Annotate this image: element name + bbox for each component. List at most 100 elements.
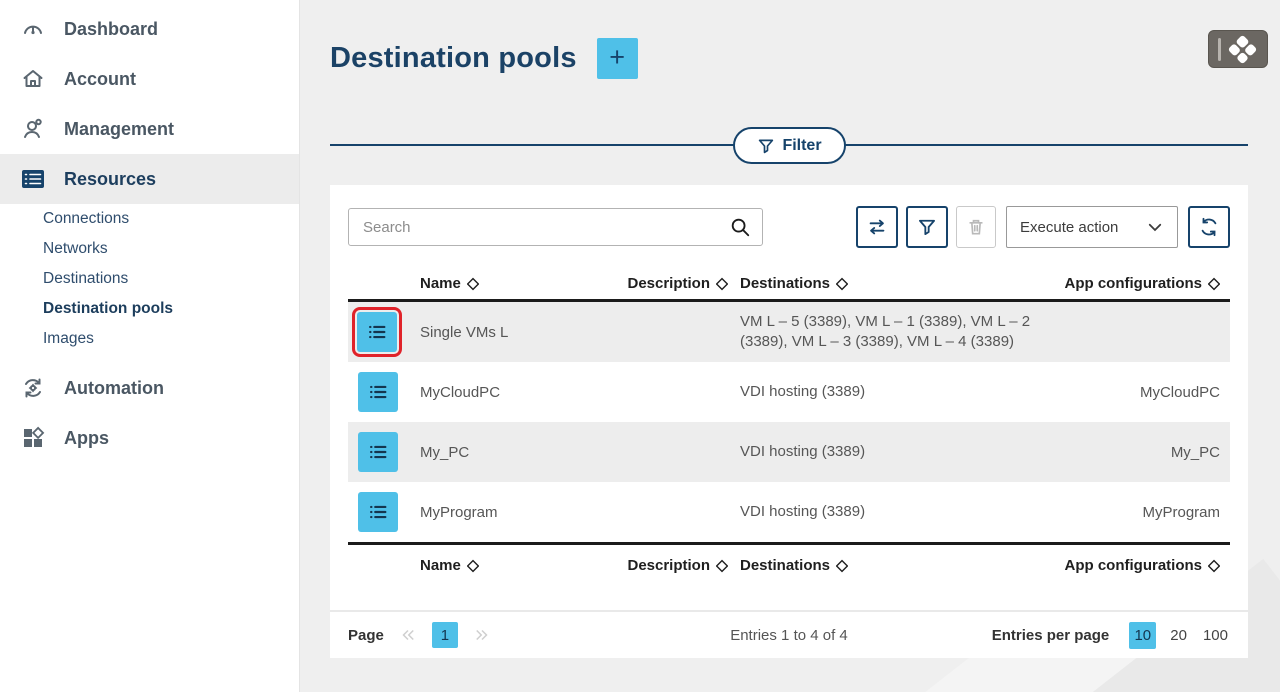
- sidebar-item-dashboard[interactable]: Dashboard: [0, 4, 299, 54]
- column-header-name[interactable]: Name: [410, 275, 600, 292]
- page-size-option-100[interactable]: 100: [1201, 623, 1230, 648]
- search-input[interactable]: [348, 208, 763, 246]
- pinwheel-icon: [1228, 34, 1258, 64]
- refresh-icon: [1198, 216, 1220, 238]
- table-pagination-bar: Page 1 Entries 1 to 4 of 4 Entries per p…: [330, 610, 1248, 658]
- column-header-app-configurations[interactable]: App configurations: [1058, 275, 1230, 292]
- sidebar-item-label: Destinations: [43, 270, 128, 288]
- sidebar-item-resources[interactable]: Resources: [0, 154, 299, 204]
- row-details-button[interactable]: [358, 492, 398, 532]
- table-row[interactable]: MyProgram VDI hosting (3389) MyProgram: [348, 482, 1230, 542]
- automation-icon: [20, 375, 46, 401]
- sidebar-item-destinations[interactable]: Destinations: [0, 264, 299, 294]
- column-header-app-configurations[interactable]: App configurations: [1058, 557, 1230, 574]
- row-details-button[interactable]: [357, 312, 397, 352]
- table-row[interactable]: Single VMs L VM L – 5 (3389), VM L – 1 (…: [348, 302, 1230, 362]
- list-icon: [367, 441, 389, 463]
- cell-name: MyCloudPC: [410, 384, 600, 401]
- sidebar-item-label: Images: [43, 330, 94, 348]
- sidebar-item-images[interactable]: Images: [0, 324, 299, 354]
- execute-action-dropdown[interactable]: Execute action: [1006, 206, 1178, 248]
- sort-icon: [716, 559, 728, 573]
- sidebar-item-label: Automation: [64, 378, 164, 399]
- sidebar-item-destination-pools[interactable]: Destination pools: [0, 294, 299, 324]
- last-page-icon[interactable]: [472, 626, 492, 644]
- refresh-button[interactable]: [1188, 206, 1230, 248]
- sidebar-item-management[interactable]: Management: [0, 104, 299, 154]
- column-header-description[interactable]: Description: [600, 557, 728, 574]
- column-header-name[interactable]: Name: [410, 557, 600, 574]
- delete-button[interactable]: [956, 206, 996, 248]
- filter-button[interactable]: Filter: [733, 127, 846, 164]
- cell-destinations: VDI hosting (3389): [728, 434, 1058, 470]
- table-row[interactable]: My_PC VDI hosting (3389) My_PC: [348, 422, 1230, 482]
- apps-icon: [20, 425, 46, 451]
- swap-columns-button[interactable]: [856, 206, 898, 248]
- sidebar-item-label: Account: [64, 69, 136, 90]
- filter-button-label: Filter: [782, 137, 821, 155]
- highlight-box: [352, 307, 402, 357]
- funnel-icon: [917, 217, 937, 237]
- trash-icon: [966, 217, 986, 237]
- table-row[interactable]: MyCloudPC VDI hosting (3389) MyCloudPC: [348, 362, 1230, 422]
- funnel-icon: [757, 137, 775, 155]
- add-destination-pool-button[interactable]: +: [597, 38, 638, 79]
- list-icon: [367, 501, 389, 523]
- page-number-button[interactable]: 1: [432, 622, 458, 648]
- table-filter-button[interactable]: [906, 206, 948, 248]
- list-icon: [366, 321, 388, 343]
- sort-icon: [716, 277, 728, 291]
- sidebar-item-label: Destination pools: [43, 300, 173, 318]
- cell-destinations: VDI hosting (3389): [728, 494, 1058, 530]
- column-header-description[interactable]: Description: [600, 275, 728, 292]
- cell-name: Single VMs L: [410, 324, 600, 341]
- gauge-icon: [20, 16, 46, 42]
- destination-pools-panel: Execute action: [330, 185, 1248, 658]
- sidebar-item-label: Management: [64, 119, 174, 140]
- sort-icon: [1208, 277, 1220, 291]
- sidebar: Dashboard Account Management Resour: [0, 0, 300, 692]
- cell-app-configurations: MyCloudPC: [1058, 384, 1230, 401]
- cell-destinations: VM L – 5 (3389), VM L – 1 (3389), VM L –…: [728, 304, 1058, 361]
- cell-name: My_PC: [410, 444, 600, 461]
- sort-icon: [836, 277, 848, 291]
- first-page-icon[interactable]: [398, 626, 418, 644]
- page-label: Page: [348, 627, 384, 644]
- sidebar-item-automation[interactable]: Automation: [0, 363, 299, 413]
- search-icon[interactable]: [729, 216, 751, 243]
- sidebar-item-connections[interactable]: Connections: [0, 204, 299, 234]
- sort-icon: [1208, 559, 1220, 573]
- sidebar-item-label: Networks: [43, 240, 108, 258]
- overlay-widget-button[interactable]: [1208, 30, 1268, 68]
- sidebar-item-apps[interactable]: Apps: [0, 413, 299, 463]
- execute-action-label: Execute action: [1020, 219, 1118, 236]
- sidebar-item-label: Apps: [64, 428, 109, 449]
- cell-app-configurations: MyProgram: [1058, 504, 1230, 521]
- swap-arrows-icon: [866, 216, 888, 238]
- sidebar-item-label: Dashboard: [64, 19, 158, 40]
- home-icon: [20, 66, 46, 92]
- people-icon: [20, 116, 46, 142]
- table-header-row: Name Description Destinations App config…: [348, 268, 1230, 302]
- page-size-option-10[interactable]: 10: [1129, 622, 1156, 649]
- entries-per-page-label: Entries per page: [992, 627, 1110, 644]
- sidebar-item-account[interactable]: Account: [0, 54, 299, 104]
- sidebar-item-label: Connections: [43, 210, 129, 228]
- sidebar-item-networks[interactable]: Networks: [0, 234, 299, 264]
- row-details-button[interactable]: [358, 432, 398, 472]
- column-header-destinations[interactable]: Destinations: [728, 557, 1058, 574]
- main-content: Destination pools + Filter: [300, 0, 1280, 692]
- cell-destinations: VDI hosting (3389): [728, 374, 1058, 410]
- page-size-option-20[interactable]: 20: [1168, 623, 1189, 648]
- table-footer-header-row: Name Description Destinations App config…: [348, 542, 1230, 586]
- sort-icon: [467, 277, 479, 291]
- chevron-down-icon: [1146, 218, 1164, 236]
- page-title: Destination pools: [330, 42, 577, 75]
- row-details-button[interactable]: [358, 372, 398, 412]
- sidebar-item-label: Resources: [64, 169, 156, 190]
- column-header-destinations[interactable]: Destinations: [728, 275, 1058, 292]
- list-icon: [367, 381, 389, 403]
- sort-icon: [836, 559, 848, 573]
- servers-icon: [20, 166, 46, 192]
- destination-pools-table: Name Description Destinations App config…: [348, 268, 1230, 586]
